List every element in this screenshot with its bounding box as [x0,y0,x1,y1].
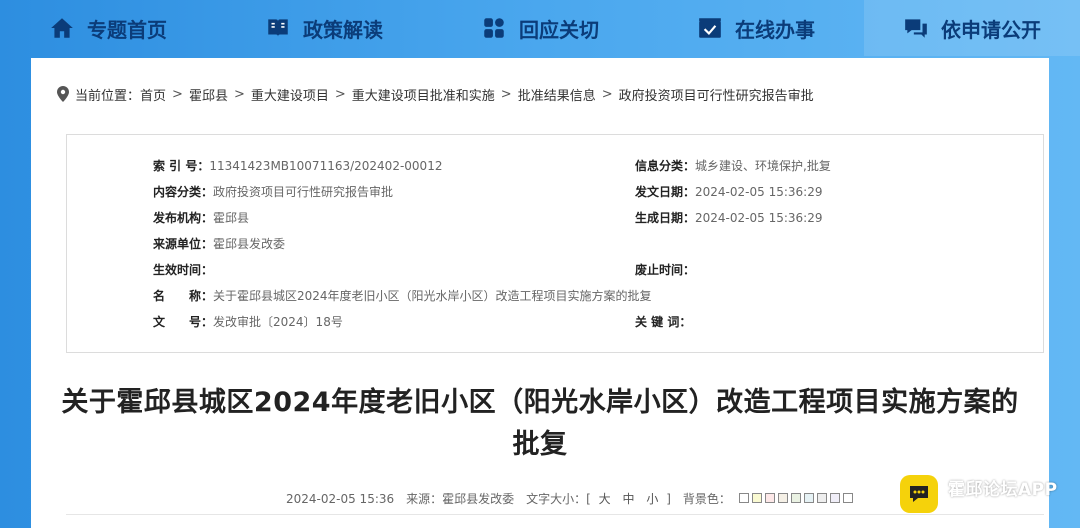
info-value: 2024-02-05 15:36:29 [695,211,823,225]
inbox-check-icon [699,18,721,38]
watermark-subtitle: 阅读霍邱 [948,503,1041,513]
book-icon [268,19,288,37]
font-size-label: 文字大小：[ [526,492,591,506]
app-watermark: 霍邱论坛APP 阅读霍邱 [900,471,1080,517]
nav-item-apply-disclosure[interactable]: 依申请公开 [864,0,1080,56]
info-document-number: 文 号：发改审批〔2024〕18号 [153,313,343,330]
main-content: 当前位置： 首页 > 霍邱县 > 重大建设项目 > 重大建设项目批准和实施 > … [31,58,1049,528]
info-value: 发改审批〔2024〕18号 [213,315,343,329]
nav-item-respond[interactable]: 回应关切 [432,0,648,56]
background-swatch-7[interactable] [816,493,827,503]
info-value: 霍邱县 [213,211,250,225]
background-swatch-8[interactable] [829,493,840,503]
background-color-label: 背景色： [682,492,731,506]
breadcrumb-separator: > [172,86,183,102]
info-label: 废止时间： [635,263,696,277]
background-swatch-6[interactable] [803,493,814,503]
breadcrumb-link-approval-implementation[interactable]: 重大建设项目批准和实施 [352,85,495,104]
watermark-text: 霍邱论坛APP 阅读霍邱 [948,475,1058,513]
nav-label: 回应关切 [519,17,599,42]
info-expire-time: 废止时间： [635,261,695,278]
breadcrumb-separator: > [233,86,245,102]
background-swatch-9[interactable] [842,493,853,503]
info-label: 内容分类： [153,185,214,199]
info-label: 索 引 号： [153,159,210,173]
grid-icon [484,18,504,38]
info-label: 生成日期： [635,211,696,225]
breadcrumb-link-county[interactable]: 霍邱县 [189,85,228,104]
background-swatches [738,493,853,503]
app-logo [900,475,938,513]
breadcrumb-separator: > [334,86,346,102]
font-small-button[interactable]: 小 [646,492,658,506]
document-info-box: 索 引 号：11341423MB10071163/202402-00012 信息… [66,134,1044,353]
info-category: 信息分类：城乡建设、环境保护,批复 [635,157,831,174]
info-label: 信息分类： [635,159,696,173]
article-meta: 2024-02-05 15:36 来源：霍邱县发改委 文字大小：[ 大 中 小 … [286,490,865,507]
info-content-category: 内容分类：政府投资项目可行性研究报告审批 [153,183,393,200]
info-generated-date: 生成日期：2024-02-05 15:36:29 [635,209,822,226]
breadcrumb-link-feasibility-approval[interactable]: 政府投资项目可行性研究报告审批 [619,85,814,104]
breadcrumb-link-home[interactable]: 首页 [140,85,166,104]
info-source: 来源单位：霍邱县发改委 [153,235,285,252]
info-name: 名 称：关于霍邱县城区2024年度老旧小区（阳光水岸小区）改造工程项目实施方案的… [153,287,652,304]
article-title-line: 关于霍邱县城区2024年度老旧小区（阳光水岸小区）改造工程项目实施方案的 [61,387,1019,418]
font-size-control: 文字大小：[ 大 中 小 ] [526,490,671,507]
background-swatch-4[interactable] [777,493,788,503]
info-effective-time: 生效时间： [153,261,213,278]
background-swatch-3[interactable] [764,493,775,503]
location-pin-icon [57,86,69,102]
publish-date: 2024-02-05 15:36 [286,491,395,506]
info-index: 索 引 号：11341423MB10071163/202402-00012 [153,157,442,174]
info-label: 发文日期： [635,185,696,199]
nav-label: 依申请公开 [941,17,1041,42]
background-swatch-5[interactable] [790,493,801,503]
chat-bubble-icon [910,486,928,502]
info-label: 来源单位： [153,237,214,251]
background-swatch-2[interactable] [751,493,762,503]
chat-icon [905,19,927,38]
breadcrumb-separator: > [500,86,512,102]
article-title: 关于霍邱县城区2024年度老旧小区（阳光水岸小区）改造工程项目实施方案的 批复 [61,382,1019,466]
font-medium-button[interactable]: 中 [623,492,635,506]
nav-item-policy[interactable]: 政策解读 [216,0,432,56]
info-keywords: 关 键 词： [635,313,691,330]
info-publisher: 发布机构：霍邱县 [153,209,249,226]
breadcrumb-separator: > [601,86,613,102]
nav-item-home[interactable]: 专题首页 [0,0,216,56]
nav-label: 专题首页 [87,17,167,42]
breadcrumb-link-approval-results[interactable]: 批准结果信息 [518,85,596,104]
background-color-control: 背景色： [683,490,853,507]
font-large-button[interactable]: 大 [599,492,611,506]
info-value: 11341423MB10071163/202402-00012 [209,159,443,173]
info-label: 名 称： [153,289,214,303]
breadcrumb-prefix: 当前位置： [75,88,141,104]
breadcrumb: 当前位置： 首页 > 霍邱县 > 重大建设项目 > 重大建设项目批准和实施 > … [57,84,814,104]
article-title-line: 批复 [512,429,568,460]
info-value: 政府投资项目可行性研究报告审批 [213,185,394,199]
nav-label: 政策解读 [303,17,383,42]
article-source: 来源：霍邱县发改委 [406,492,515,506]
info-label: 文 号： [153,315,214,329]
divider [66,514,1044,515]
info-value: 2024-02-05 15:36:29 [695,185,823,199]
nav-label: 在线办事 [735,17,815,42]
background-swatch-1[interactable] [738,493,749,503]
info-label: 发布机构： [153,211,214,225]
info-value: 关于霍邱县城区2024年度老旧小区（阳光水岸小区）改造工程项目实施方案的批复 [213,289,652,303]
home-icon [51,18,73,38]
info-label: 关 键 词： [635,315,692,329]
top-nav: 专题首页 政策解读 回应关切 在线办事 依申请公开 [0,0,1080,56]
info-issue-date: 发文日期：2024-02-05 15:36:29 [635,183,822,200]
nav-item-online-service[interactable]: 在线办事 [648,0,864,56]
font-size-close: ] [666,492,671,506]
info-label: 生效时间： [153,263,214,277]
breadcrumb-link-major-projects[interactable]: 重大建设项目 [251,85,329,104]
watermark-title: 霍邱论坛APP [948,480,1058,500]
info-value: 城乡建设、环境保护,批复 [695,159,831,173]
info-value: 霍邱县发改委 [213,237,286,251]
